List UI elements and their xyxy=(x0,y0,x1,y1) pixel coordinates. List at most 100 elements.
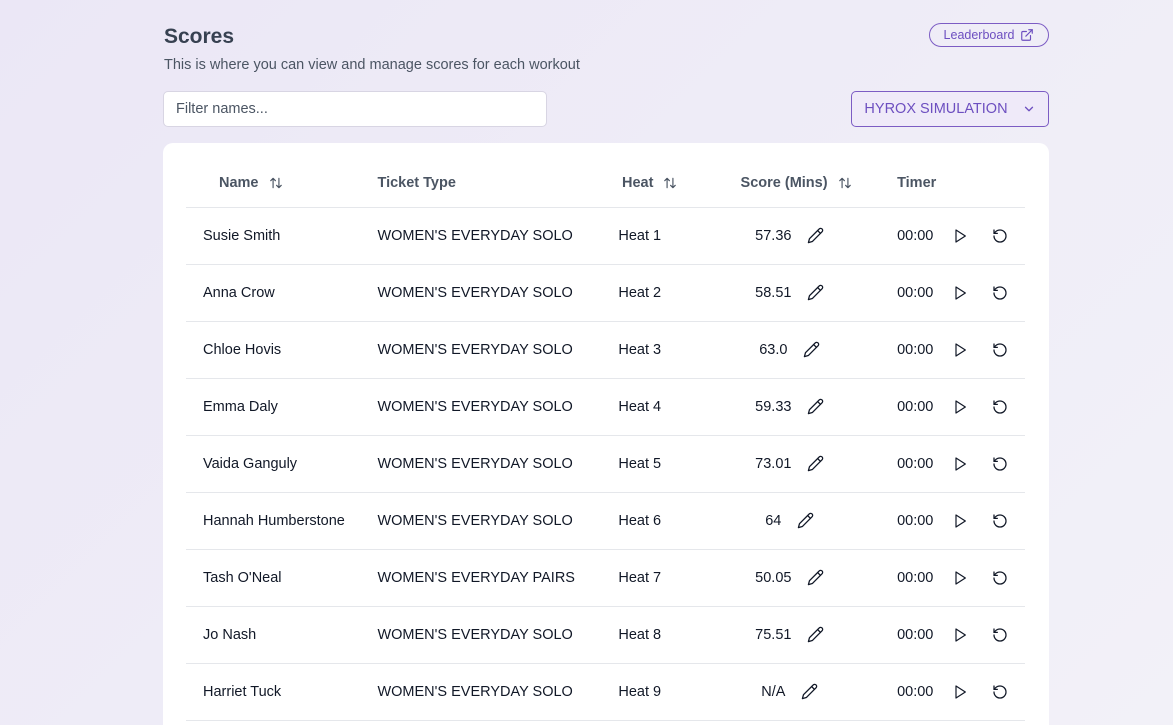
play-icon xyxy=(955,570,967,585)
table-row: Emma Daly WOMEN'S EVERYDAY SOLO Heat 4 5… xyxy=(186,378,1025,436)
play-button[interactable] xyxy=(947,223,973,249)
play-icon xyxy=(955,342,967,357)
cell-ticket-type: WOMEN'S EVERYDAY SOLO xyxy=(361,435,575,493)
cell-heat: Heat 5 xyxy=(574,435,715,493)
leaderboard-button[interactable]: Leaderboard xyxy=(929,23,1049,47)
cell-name: Tash O'Neal xyxy=(186,549,362,607)
reset-button[interactable] xyxy=(987,223,1013,249)
cell-score: 57.36 xyxy=(714,207,892,265)
table-body: Susie Smith WOMEN'S EVERYDAY SOLO Heat 1… xyxy=(186,207,1025,721)
pencil-icon[interactable] xyxy=(803,341,820,358)
reset-icon xyxy=(993,513,1007,528)
cell-timer: 00:00 xyxy=(891,549,1025,607)
cell-ticket-type: WOMEN'S EVERYDAY SOLO xyxy=(361,378,575,436)
score-value: 75.51 xyxy=(755,626,792,643)
pencil-icon[interactable] xyxy=(807,227,824,244)
reset-button[interactable] xyxy=(987,679,1013,705)
timer-value: 00:00 xyxy=(897,284,934,301)
cell-name: Chloe Hovis xyxy=(186,321,362,379)
play-button[interactable] xyxy=(947,337,973,363)
cell-ticket-type: WOMEN'S EVERYDAY SOLO xyxy=(361,492,575,550)
column-header-score[interactable]: Score (Mins) xyxy=(714,159,892,208)
reset-button[interactable] xyxy=(987,508,1013,534)
score-value: 73.01 xyxy=(755,455,792,472)
pencil-icon[interactable] xyxy=(807,569,824,586)
sort-arrows-icon[interactable] xyxy=(663,176,677,190)
reset-icon xyxy=(993,342,1007,357)
cell-ticket-type: WOMEN'S EVERYDAY SOLO xyxy=(361,321,575,379)
play-icon xyxy=(955,456,967,471)
cell-name: Susie Smith xyxy=(186,207,362,265)
cell-timer: 00:00 xyxy=(891,207,1025,265)
pencil-icon[interactable] xyxy=(807,626,824,643)
score-value: 59.33 xyxy=(755,398,792,415)
table-row: Hannah Humberstone WOMEN'S EVERYDAY SOLO… xyxy=(186,492,1025,550)
page-title: Scores xyxy=(164,25,235,48)
cell-score: 58.51 xyxy=(714,264,892,322)
table-row: Chloe Hovis WOMEN'S EVERYDAY SOLO Heat 3… xyxy=(186,321,1025,379)
column-header-ticket-type-label: Ticket Type xyxy=(377,174,456,191)
leaderboard-label: Leaderboard xyxy=(943,28,1015,42)
cell-heat: Heat 6 xyxy=(574,492,715,550)
play-button[interactable] xyxy=(947,451,973,477)
reset-button[interactable] xyxy=(987,622,1013,648)
cell-heat: Heat 3 xyxy=(574,321,715,379)
column-header-heat[interactable]: Heat xyxy=(574,159,715,208)
play-icon xyxy=(955,684,967,699)
cell-timer: 00:00 xyxy=(891,321,1025,379)
score-value: 58.51 xyxy=(755,284,792,301)
play-icon xyxy=(955,399,967,414)
reset-button[interactable] xyxy=(987,394,1013,420)
cell-score: 50.05 xyxy=(714,549,892,607)
reset-button[interactable] xyxy=(987,280,1013,306)
scores-card: Name Ticket Type Heat Score (Mins) Timer… xyxy=(163,143,1049,725)
filter-names-input[interactable] xyxy=(163,91,547,127)
reset-button[interactable] xyxy=(987,337,1013,363)
reset-icon xyxy=(993,399,1007,414)
cell-ticket-type: WOMEN'S EVERYDAY SOLO xyxy=(361,207,575,265)
play-button[interactable] xyxy=(947,394,973,420)
workout-select[interactable]: HYROX SIMULATION xyxy=(851,91,1049,127)
table-row: Anna Crow WOMEN'S EVERYDAY SOLO Heat 2 5… xyxy=(186,264,1025,322)
timer-value: 00:00 xyxy=(897,626,934,643)
cell-name: Anna Crow xyxy=(186,264,362,322)
play-button[interactable] xyxy=(947,565,973,591)
chevron-down-icon xyxy=(1024,106,1033,112)
cell-score: 75.51 xyxy=(714,606,892,664)
cell-ticket-type: WOMEN'S EVERYDAY PAIRS xyxy=(361,549,575,607)
play-button[interactable] xyxy=(947,280,973,306)
pencil-icon[interactable] xyxy=(807,398,824,415)
timer-value: 00:00 xyxy=(897,398,934,415)
table-row: Susie Smith WOMEN'S EVERYDAY SOLO Heat 1… xyxy=(186,207,1025,265)
score-value: 50.05 xyxy=(755,569,792,586)
cell-ticket-type: WOMEN'S EVERYDAY SOLO xyxy=(361,264,575,322)
pencil-icon[interactable] xyxy=(797,512,814,529)
column-header-timer-label: Timer xyxy=(897,174,937,191)
play-button[interactable] xyxy=(947,508,973,534)
cell-name: Vaida Ganguly xyxy=(186,435,362,493)
pencil-icon[interactable] xyxy=(807,284,824,301)
column-header-heat-label: Heat xyxy=(621,174,654,191)
cell-score: 59.33 xyxy=(714,378,892,436)
play-button[interactable] xyxy=(947,679,973,705)
reset-icon xyxy=(993,285,1007,300)
pencil-icon[interactable] xyxy=(801,683,818,700)
table-row: Tash O'Neal WOMEN'S EVERYDAY PAIRS Heat … xyxy=(186,549,1025,607)
column-header-name[interactable]: Name xyxy=(186,159,362,208)
cell-heat: Heat 4 xyxy=(574,378,715,436)
timer-value: 00:00 xyxy=(897,455,934,472)
sort-arrows-icon[interactable] xyxy=(269,176,283,190)
score-value: 57.36 xyxy=(755,227,792,244)
reset-button[interactable] xyxy=(987,565,1013,591)
sort-arrows-icon[interactable] xyxy=(838,176,852,190)
pencil-icon[interactable] xyxy=(807,455,824,472)
cell-heat: Heat 9 xyxy=(574,663,715,721)
column-header-timer: Timer xyxy=(891,159,1025,208)
cell-score: 73.01 xyxy=(714,435,892,493)
play-icon xyxy=(955,228,967,243)
play-button[interactable] xyxy=(947,622,973,648)
cell-ticket-type: WOMEN'S EVERYDAY SOLO xyxy=(361,663,575,721)
page-subtitle: This is where you can view and manage sc… xyxy=(164,57,580,73)
cell-name: Harriet Tuck xyxy=(186,663,362,721)
reset-button[interactable] xyxy=(987,451,1013,477)
